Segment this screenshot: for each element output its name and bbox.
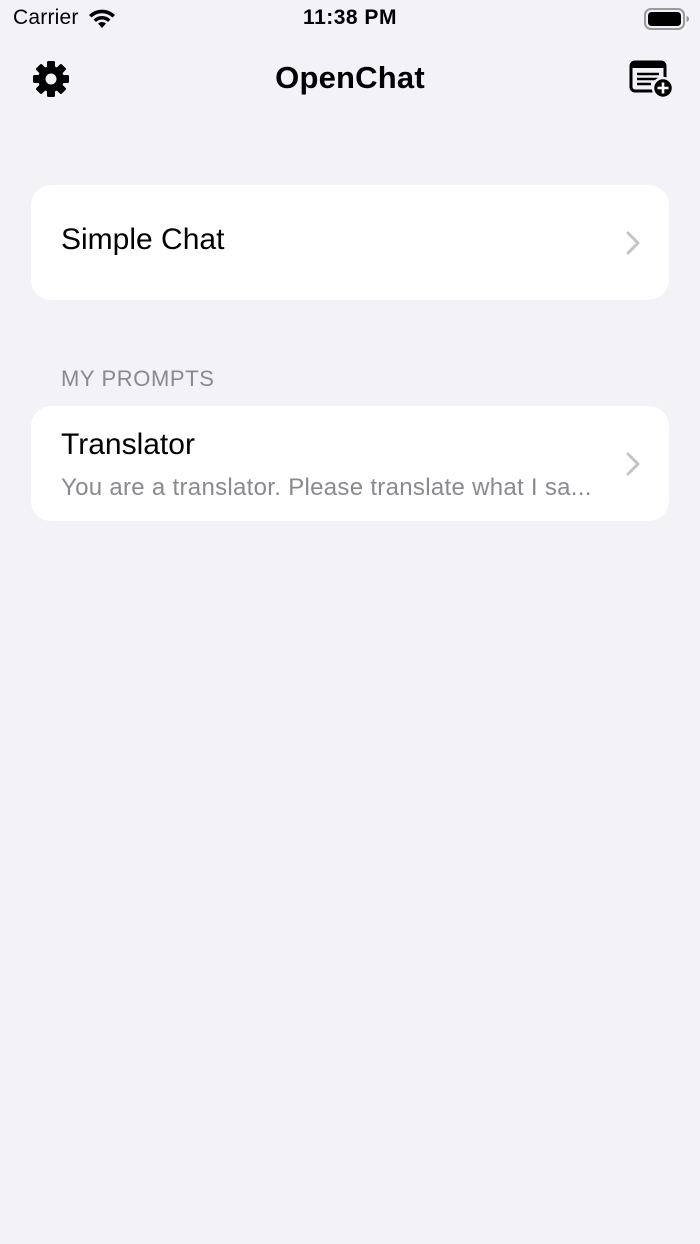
status-bar: Carrier 11:38 PM [0, 0, 700, 40]
new-prompt-icon [629, 60, 675, 100]
page-title: OpenChat [275, 60, 425, 95]
prompt-row-translator[interactable]: Translator You are a translator. Please … [31, 406, 669, 521]
chevron-right-icon [626, 452, 640, 476]
simple-chat-row[interactable]: Simple Chat [31, 185, 669, 300]
prompt-title: Translator [61, 428, 195, 461]
prompt-description: You are a translator. Please translate w… [61, 474, 592, 501]
chevron-right-icon [626, 231, 640, 255]
battery-icon [644, 8, 689, 30]
section-header-my-prompts: MY PROMPTS [61, 366, 215, 391]
navigation-bar: OpenChat [0, 50, 700, 108]
status-time: 11:38 PM [303, 6, 397, 29]
simple-chat-label: Simple Chat [61, 223, 225, 256]
new-prompt-button[interactable] [627, 58, 675, 100]
